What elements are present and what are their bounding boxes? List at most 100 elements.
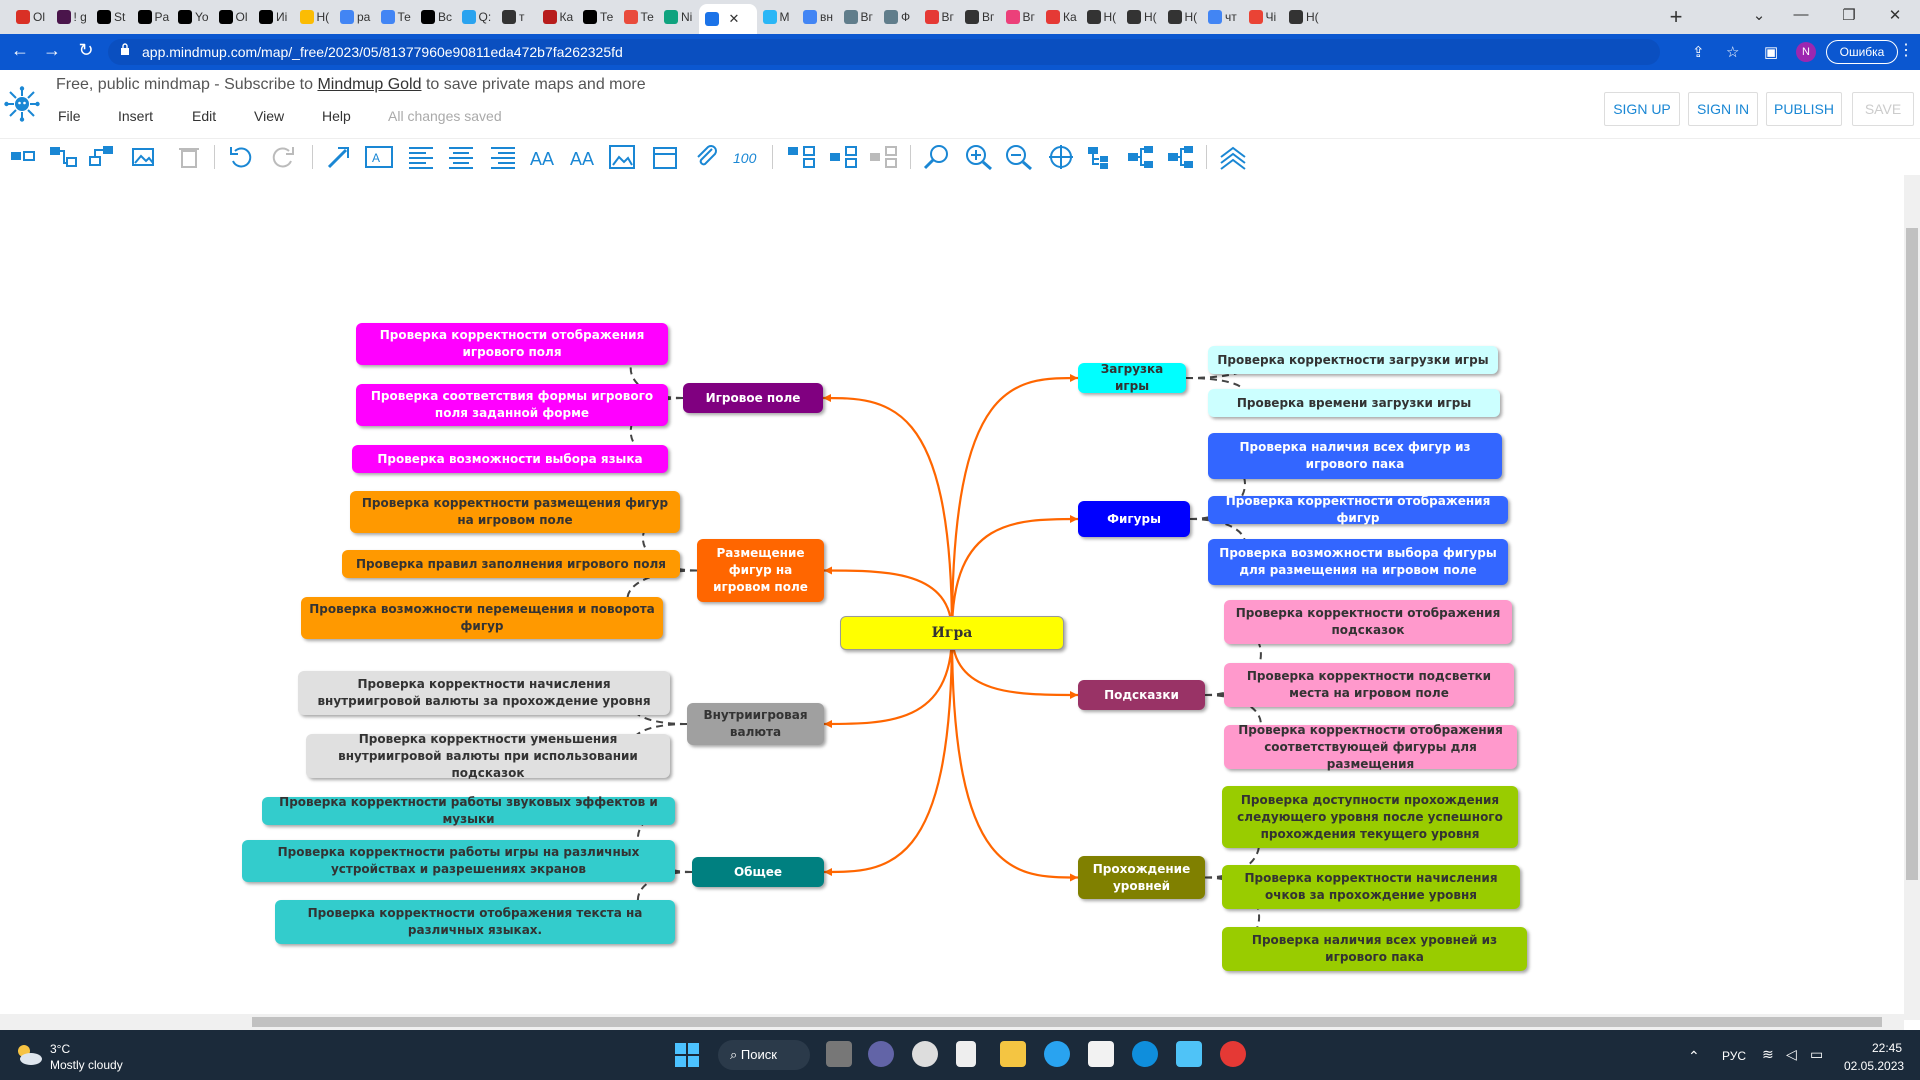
leaf-node[interactable]: Проверка наличия всех фигур из игрового … bbox=[1208, 433, 1502, 479]
start-icon[interactable] bbox=[674, 1042, 700, 1068]
browser-tab[interactable]: Вг bbox=[919, 4, 957, 30]
branch-node[interactable]: Общее bbox=[692, 857, 824, 887]
browser-tab[interactable]: Вг bbox=[1000, 4, 1038, 30]
add-child-icon[interactable] bbox=[48, 143, 78, 171]
browser-tab[interactable]: Ol bbox=[213, 4, 251, 30]
add-parent-icon[interactable] bbox=[88, 143, 118, 171]
branch-node[interactable]: Загрузка игры bbox=[1078, 362, 1186, 393]
align-center-icon[interactable] bbox=[446, 143, 476, 171]
horizontal-scroll-thumb[interactable] bbox=[252, 1017, 1882, 1027]
mindmup-gold-link[interactable]: Mindmup Gold bbox=[317, 76, 421, 93]
browser-tab[interactable]: М bbox=[757, 4, 795, 30]
browser-tab[interactable]: чт bbox=[1202, 4, 1240, 30]
layout-top-down-icon[interactable] bbox=[1086, 143, 1116, 171]
add-sibling-icon[interactable] bbox=[8, 143, 38, 171]
weather-icon[interactable] bbox=[14, 1042, 44, 1068]
side-panel-icon[interactable]: ▣ bbox=[1764, 43, 1778, 61]
browser-tab[interactable]: Q: bbox=[456, 4, 494, 30]
leaf-node[interactable]: Проверка корректности работы игры на раз… bbox=[242, 840, 675, 882]
delete-icon[interactable] bbox=[174, 143, 204, 171]
insert-image-icon[interactable] bbox=[130, 143, 160, 171]
branch-node[interactable]: Размещение фигур на игровом поле bbox=[697, 539, 824, 602]
leaf-node[interactable]: Проверка корректности загрузки игры bbox=[1208, 346, 1498, 374]
browser-tab[interactable]: Вс bbox=[415, 4, 453, 30]
collapse-toolbar-icon[interactable] bbox=[1218, 143, 1248, 171]
leaf-node[interactable]: Проверка корректности отображения фигур bbox=[1208, 494, 1508, 525]
browser-menu-icon[interactable]: ⋮ bbox=[1898, 40, 1914, 60]
bookmark-star-icon[interactable]: ☆ bbox=[1726, 43, 1739, 61]
leaf-node[interactable]: Проверка корректности уменьшения внутрии… bbox=[306, 732, 670, 780]
root-node[interactable]: Игра bbox=[840, 616, 1064, 650]
back-icon[interactable]: ← bbox=[8, 40, 32, 61]
browser-tab[interactable]: Те bbox=[577, 4, 615, 30]
browser-tab[interactable]: Ni bbox=[658, 4, 696, 30]
connector-icon[interactable] bbox=[324, 143, 354, 171]
help-icon[interactable] bbox=[1044, 1041, 1070, 1067]
file-explorer-icon[interactable] bbox=[1000, 1041, 1026, 1067]
leaf-node[interactable]: Проверка наличия всех уровней из игровог… bbox=[1222, 927, 1527, 971]
browser-tab[interactable]: ! g bbox=[51, 4, 89, 30]
branch-node[interactable]: Подсказки bbox=[1078, 680, 1205, 710]
center-map-icon[interactable] bbox=[1046, 143, 1076, 171]
tab-search-icon[interactable]: ⌄ bbox=[1744, 6, 1774, 24]
undo-icon[interactable] bbox=[226, 143, 256, 171]
align-left-icon[interactable] bbox=[406, 143, 436, 171]
browser-tab[interactable]: Ка bbox=[537, 4, 575, 30]
menu-help[interactable]: Help bbox=[322, 108, 351, 124]
browser-tab[interactable]: Ol bbox=[10, 4, 48, 30]
layout-left-right-icon[interactable] bbox=[1166, 143, 1196, 171]
background-image-icon[interactable] bbox=[608, 143, 638, 171]
sign-in-button[interactable]: SIGN IN bbox=[1688, 92, 1758, 126]
profile-avatar[interactable]: N bbox=[1796, 42, 1816, 62]
browser-tab[interactable]: Pa bbox=[132, 4, 170, 30]
leaf-node[interactable]: Проверка корректности размещения фигур н… bbox=[350, 491, 680, 533]
github-icon[interactable] bbox=[912, 1041, 938, 1067]
align-right-icon[interactable] bbox=[488, 143, 518, 171]
browser-tab[interactable]: вн bbox=[797, 4, 835, 30]
progress-icon[interactable]: 100 bbox=[732, 143, 762, 171]
wifi-icon[interactable]: ≋ bbox=[1762, 1046, 1774, 1063]
edge-icon[interactable] bbox=[1132, 1041, 1158, 1067]
menu-file[interactable]: File bbox=[58, 108, 81, 124]
browser-tab[interactable]: Н( bbox=[1081, 4, 1119, 30]
browser-tab[interactable]: Yo bbox=[172, 4, 210, 30]
notepad-icon[interactable] bbox=[1176, 1041, 1202, 1067]
battery-icon[interactable]: ▭ bbox=[1810, 1046, 1823, 1063]
search-icon[interactable] bbox=[922, 143, 952, 171]
language-indicator[interactable]: РУС bbox=[1722, 1049, 1746, 1063]
calendar-icon[interactable] bbox=[650, 143, 680, 171]
branch-node[interactable]: Прохождение уровней bbox=[1078, 856, 1205, 899]
close-window-button[interactable]: ✕ bbox=[1880, 6, 1910, 24]
font-decrease-icon[interactable]: AA bbox=[568, 143, 598, 171]
vertical-scroll-thumb[interactable] bbox=[1906, 228, 1918, 880]
menu-insert[interactable]: Insert bbox=[118, 108, 153, 124]
leaf-node[interactable]: Проверка возможности выбора языка bbox=[352, 445, 668, 473]
layout-standard-icon[interactable] bbox=[1126, 143, 1156, 171]
clock-time[interactable]: 22:45 bbox=[1872, 1041, 1902, 1055]
leaf-node[interactable]: Проверка корректности начисления очков з… bbox=[1222, 865, 1520, 909]
file-icon[interactable] bbox=[956, 1041, 976, 1067]
browser-tab[interactable]: Те bbox=[618, 4, 656, 30]
volume-icon[interactable]: ◁ bbox=[1786, 1046, 1797, 1063]
zoom-out-icon[interactable] bbox=[1004, 143, 1034, 171]
share-icon[interactable]: ⇪ bbox=[1692, 43, 1705, 61]
browser-tab[interactable]: т bbox=[496, 4, 534, 30]
close-tab-icon[interactable]: ✕ bbox=[729, 11, 740, 27]
browser-tab[interactable]: Н( bbox=[294, 4, 332, 30]
leaf-node[interactable]: Проверка правил заполнения игрового поля bbox=[342, 550, 680, 578]
reload-icon[interactable]: ↻ bbox=[74, 40, 98, 61]
menu-view[interactable]: View bbox=[254, 108, 284, 124]
branch-node[interactable]: Фигуры bbox=[1078, 501, 1190, 537]
teams-chat-icon[interactable] bbox=[868, 1041, 894, 1067]
error-button[interactable]: Ошибка bbox=[1826, 40, 1898, 64]
task-view-icon[interactable] bbox=[826, 1041, 852, 1067]
leaf-node[interactable]: Проверка корректности отображения текста… bbox=[275, 900, 675, 944]
leaf-node[interactable]: Проверка возможности перемещения и повор… bbox=[301, 597, 663, 639]
forward-icon[interactable]: → bbox=[40, 40, 64, 61]
leaf-node[interactable]: Проверка корректности работы звуковых эф… bbox=[262, 795, 675, 826]
store-icon[interactable] bbox=[1088, 1041, 1114, 1067]
menu-edit[interactable]: Edit bbox=[192, 108, 216, 124]
toggle-collapse-icon[interactable] bbox=[868, 143, 898, 171]
leaf-node[interactable]: Проверка соответствия формы игрового пол… bbox=[356, 384, 668, 426]
redo-icon[interactable] bbox=[268, 143, 298, 171]
